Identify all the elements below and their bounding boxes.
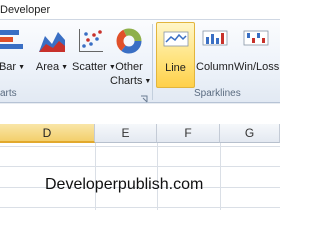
chevron-down-icon: ▼ <box>144 78 152 85</box>
gridline <box>0 207 280 208</box>
line-sparkline-icon <box>162 27 190 54</box>
other-charts-button[interactable]: Other Charts ▼ <box>110 22 152 88</box>
other-charts-label-1: Other <box>115 61 143 73</box>
doughnut-chart-icon <box>114 26 144 59</box>
dialog-launcher-icon[interactable] <box>140 90 148 103</box>
bar-chart-label: Bar <box>0 61 17 73</box>
winloss-sparkline-label: Win/Loss <box>234 61 280 73</box>
column-header-e[interactable]: E <box>95 124 157 143</box>
chevron-down-icon: ▼ <box>18 64 26 71</box>
charts-group-label: arts <box>0 88 17 99</box>
other-charts-label-2: Charts <box>110 75 143 87</box>
winloss-sparkline-icon <box>242 26 270 53</box>
bar-chart-icon <box>0 26 27 59</box>
scatter-chart-button[interactable]: Scatter ▼ <box>72 22 116 88</box>
group-separator <box>152 24 153 100</box>
winloss-sparkline-button[interactable]: Win/Loss <box>234 22 280 88</box>
column-sparkline-icon <box>201 26 229 53</box>
area-chart-button[interactable]: Area ▼ <box>34 22 70 88</box>
scatter-chart-label: Scatter <box>72 61 107 73</box>
gridline <box>0 103 280 104</box>
sparklines-group-label: Sparklines <box>194 88 241 99</box>
bar-chart-button[interactable]: Bar ▼ <box>0 22 30 88</box>
area-chart-icon <box>37 26 67 59</box>
column-sparkline-label: Column <box>196 61 234 73</box>
area-chart-label: Area <box>35 61 60 73</box>
gridline <box>0 166 280 167</box>
line-sparkline-button[interactable]: Line <box>156 22 195 88</box>
gridline <box>220 143 221 210</box>
gridline <box>0 146 280 147</box>
chevron-down-icon: ▼ <box>61 64 69 71</box>
column-sparkline-button[interactable]: Column <box>196 22 234 88</box>
line-sparkline-label: Line <box>165 62 186 74</box>
ribbon-tab-bar: Developer <box>0 0 280 20</box>
scatter-chart-icon <box>76 26 106 59</box>
ribbon: Bar ▼ Area ▼ Scatter ▼ Other Charts ▼ ar… <box>0 20 280 103</box>
tab-developer[interactable]: Developer <box>0 0 56 20</box>
watermark-text: Developerpublish.com <box>45 176 204 193</box>
column-header-g[interactable]: G <box>220 124 280 143</box>
column-header-f[interactable]: F <box>157 124 220 143</box>
column-header-d[interactable]: D <box>0 124 95 143</box>
